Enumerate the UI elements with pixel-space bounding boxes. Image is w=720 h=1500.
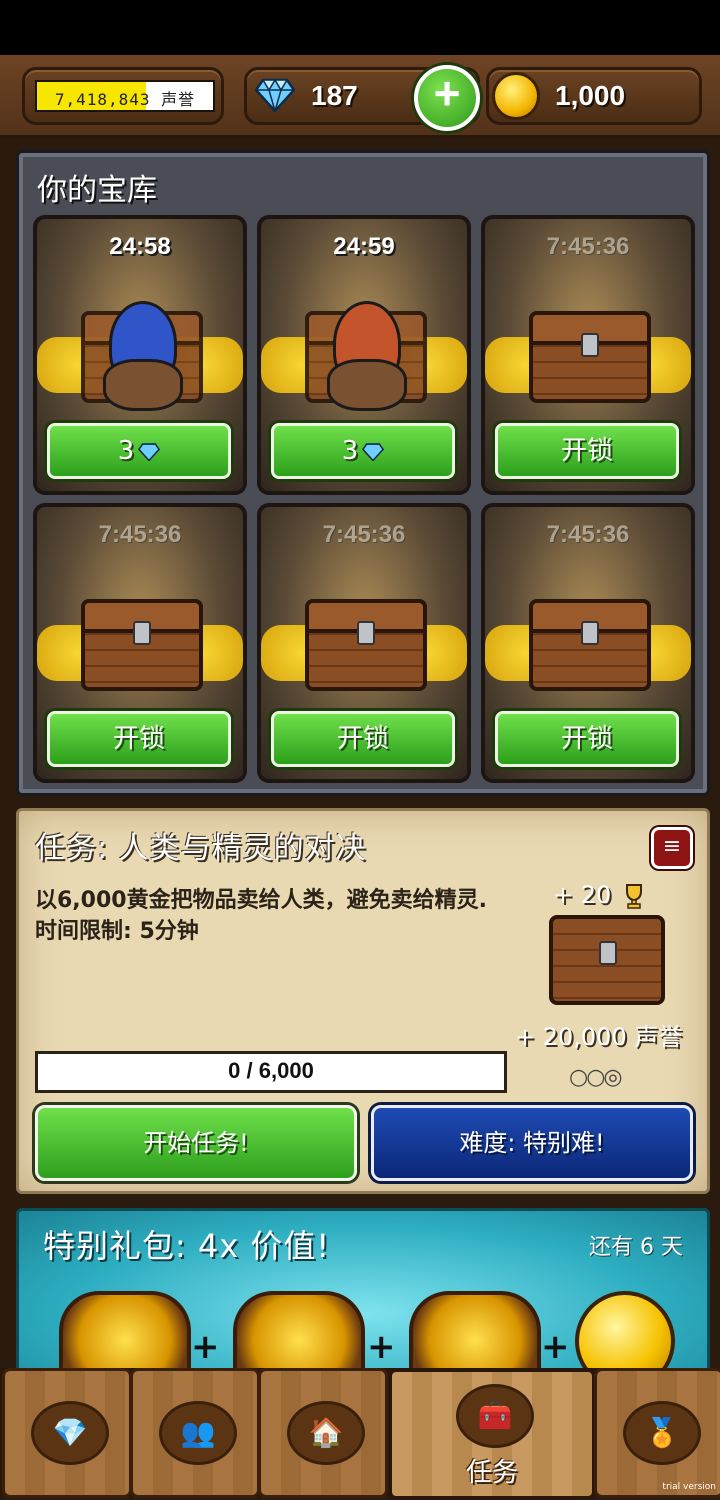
slot-timer: 24:59 xyxy=(333,233,395,260)
reward-chest-icon xyxy=(549,915,665,1005)
quest-progress-bar: 0 / 6,000 xyxy=(35,1051,507,1093)
nav-tab[interactable]: 🧰 任务 xyxy=(388,1368,596,1500)
offer-timer: 还有 6 天 xyxy=(589,1235,683,1260)
status-bar xyxy=(0,0,720,55)
nav-tab[interactable]: 🏠 xyxy=(258,1368,388,1498)
chest-icon: 🧰 xyxy=(456,1384,534,1448)
slot-timer: 7:45:36 xyxy=(322,521,406,548)
quest-title: 任务: 人类与精灵的对决 xyxy=(35,831,367,866)
figure-body xyxy=(327,359,407,411)
nav-tab-label: 任务 xyxy=(465,1458,518,1488)
difficulty-button[interactable]: 难度: 特别难! xyxy=(371,1105,693,1181)
add-gems-button[interactable]: + xyxy=(414,65,480,131)
slot-timer: 7:45:36 xyxy=(546,521,630,548)
unlock-button[interactable]: 开锁 xyxy=(47,711,231,767)
diamond-icon xyxy=(362,442,385,461)
offer-title: 特别礼包: 4x 价值! xyxy=(43,1227,331,1265)
unlock-button[interactable]: 开锁 xyxy=(271,711,455,767)
vault-slot[interactable]: 7:45:36 开锁 xyxy=(33,503,247,783)
slot-timer: 7:45:36 xyxy=(546,233,630,260)
speedup-button[interactable]: 3 xyxy=(47,423,231,479)
people-icon: 👥 xyxy=(159,1401,237,1465)
slot-timer: 7:45:36 xyxy=(98,521,182,548)
gems-value: 187 xyxy=(311,80,358,111)
diamond-icon xyxy=(138,442,161,461)
quest-description: 以6,000黄金把物品卖给人类，避免卖给精灵. 时间限制: 5分钟 xyxy=(35,888,487,944)
chest-icon xyxy=(529,311,651,403)
coins-value: 1,000 xyxy=(555,80,626,111)
diamond-icon xyxy=(255,78,295,112)
vault-slot[interactable]: 24:58 3 xyxy=(33,215,247,495)
lock-icon xyxy=(581,333,599,357)
quest-progress-value: 0 / 6,000 xyxy=(228,1058,314,1083)
vault-panel: 你的宝库 24:58 3 24:59 3 7:45:36 开锁 7:45:36 … xyxy=(16,150,710,796)
special-offer-banner[interactable]: 特别礼包: 4x 价值! 还有 6 天 + + + xyxy=(16,1208,710,1384)
reputation-pill: 7,418,843 声誉 xyxy=(22,67,224,125)
trophy-icon xyxy=(626,884,642,909)
bottom-nav: 💎 👥 🏠 🧰 任务 🏅 xyxy=(0,1368,720,1500)
figure-body xyxy=(103,359,183,411)
lock-icon xyxy=(357,621,375,645)
reward-reputation: + 20,000 声誉 xyxy=(515,1023,683,1051)
watermark: trial version xyxy=(662,1482,716,1492)
slot-timer: 24:58 xyxy=(109,233,171,260)
quest-menu-button[interactable]: ≡ xyxy=(651,827,693,869)
reputation-bar: 7,418,843 声誉 xyxy=(35,80,215,112)
diamond-icon: 💎 xyxy=(31,1401,109,1465)
speedup-cost: 3 xyxy=(341,436,359,466)
vault-slot[interactable]: 24:59 3 xyxy=(257,215,471,495)
lock-icon xyxy=(581,621,599,645)
house-icon: 🏠 xyxy=(287,1401,365,1465)
vault-slot[interactable]: 7:45:36 开锁 xyxy=(481,215,695,495)
coin-icon xyxy=(492,72,540,120)
plus-icon: + xyxy=(433,67,461,119)
reward-trophies: + 20 xyxy=(553,881,612,909)
plus-sign: + xyxy=(367,1327,396,1367)
vault-slot[interactable]: 7:45:36 开锁 xyxy=(481,503,695,783)
unlock-button[interactable]: 开锁 xyxy=(495,711,679,767)
nav-tab[interactable]: 👥 xyxy=(130,1368,260,1498)
chest-icon xyxy=(81,599,203,691)
speedup-button[interactable]: 3 xyxy=(271,423,455,479)
plus-sign: + xyxy=(191,1327,220,1367)
chest-icon xyxy=(305,599,427,691)
nav-tab[interactable]: 🏅 xyxy=(594,1368,720,1498)
vault-slot[interactable]: 7:45:36 开锁 xyxy=(257,503,471,783)
quest-panel: 任务: 人类与精灵的对决 ≡ 以6,000黄金把物品卖给人类，避免卖给精灵. 时… xyxy=(16,808,710,1194)
plus-sign: + xyxy=(541,1327,570,1367)
unlock-button[interactable]: 开锁 xyxy=(495,423,679,479)
chest-icon xyxy=(529,599,651,691)
nav-tab[interactable]: 💎 xyxy=(2,1368,132,1498)
lock-icon xyxy=(133,621,151,645)
lock-icon xyxy=(599,941,617,965)
resource-bar: 7,418,843 声誉 187 1,000 xyxy=(0,55,720,138)
speedup-cost: 3 xyxy=(117,436,135,466)
reputation-value: 7,418,843 声誉 xyxy=(54,90,196,109)
start-quest-button[interactable]: 开始任务! xyxy=(35,1105,357,1181)
vault-title: 你的宝库 xyxy=(37,173,157,208)
medal-icon: 🏅 xyxy=(623,1401,701,1465)
difficulty-dots: ○○◎ xyxy=(569,1065,623,1090)
